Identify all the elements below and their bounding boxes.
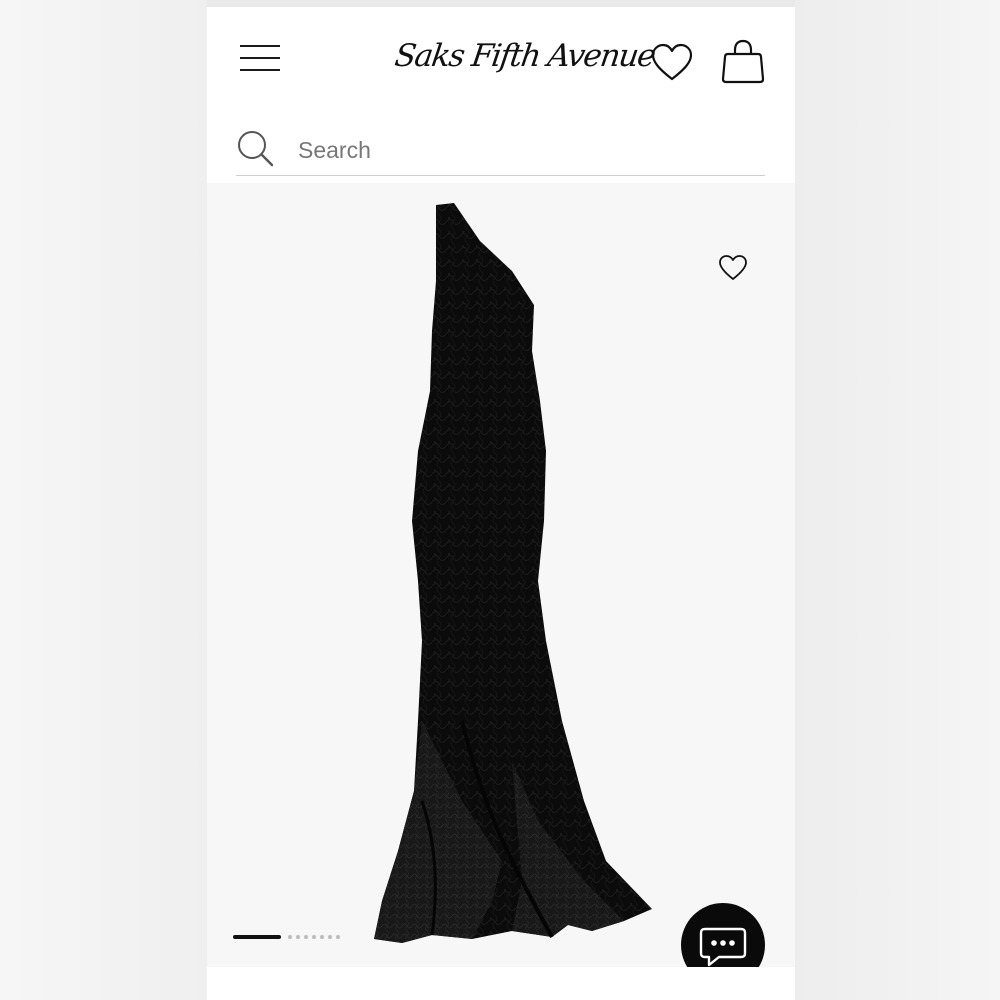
carousel-dot[interactable]	[312, 935, 316, 939]
carousel-dot-active[interactable]	[233, 935, 281, 939]
search-icon[interactable]	[236, 129, 276, 169]
carousel-dot[interactable]	[336, 935, 340, 939]
app-screen: Saks Fifth Avenue	[207, 7, 795, 1000]
product-image-carousel[interactable]	[207, 183, 795, 987]
carousel-dot[interactable]	[320, 935, 324, 939]
site-header: Saks Fifth Avenue	[207, 7, 795, 183]
carousel-dot[interactable]	[328, 935, 332, 939]
status-strip	[207, 0, 795, 7]
carousel-indicator	[233, 933, 363, 943]
search-input[interactable]	[298, 133, 738, 167]
page-bottom	[207, 967, 795, 1000]
hamburger-menu-icon[interactable]	[240, 45, 282, 75]
right-backdrop	[795, 0, 1000, 1000]
carousel-dot[interactable]	[304, 935, 308, 939]
search-bar	[236, 125, 765, 176]
heart-outline-icon[interactable]	[718, 254, 748, 282]
carousel-dot[interactable]	[296, 935, 300, 939]
saks-logo[interactable]: Saks Fifth Avenue	[392, 33, 656, 79]
carousel-dot[interactable]	[288, 935, 292, 939]
shopping-bag-icon[interactable]	[721, 39, 765, 85]
black-one-shoulder-gown-image[interactable]	[362, 201, 662, 951]
left-backdrop	[0, 0, 207, 1000]
heart-icon[interactable]	[651, 43, 693, 83]
